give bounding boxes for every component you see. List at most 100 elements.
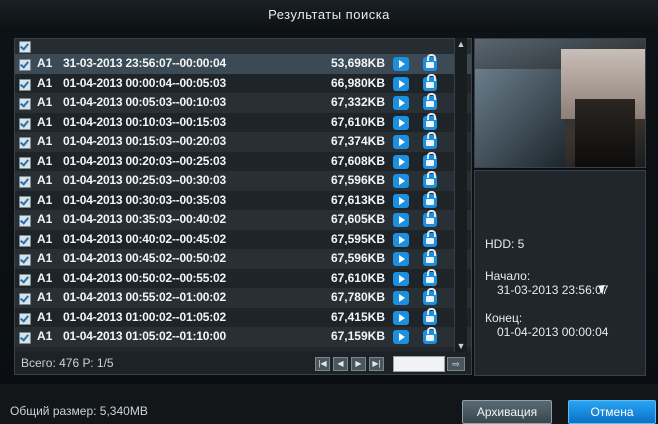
- pager-total: Всего: 476 Р: 1/5: [21, 356, 114, 370]
- row-channel: A1: [37, 309, 53, 324]
- lock-icon[interactable]: [423, 93, 437, 110]
- play-icon[interactable]: [393, 252, 409, 266]
- row-checkbox[interactable]: [19, 254, 31, 266]
- scroll-up-icon[interactable]: ▲: [455, 38, 467, 50]
- row-time-range: 31-03-2013 23:56:07--00:00:04: [63, 56, 226, 70]
- window-title: Результаты поиска: [0, 0, 658, 30]
- row-channel: A1: [37, 212, 53, 226]
- result-row[interactable]: A1 01-04-2013 00:10:03--00:15:03 67,610KB: [15, 112, 471, 132]
- row-checkbox[interactable]: [19, 234, 31, 247]
- row-checkbox[interactable]: [19, 78, 31, 91]
- next-page-icon[interactable]: ▶: [351, 357, 366, 371]
- row-checkbox[interactable]: [19, 215, 31, 227]
- lock-icon[interactable]: [423, 210, 437, 227]
- go-to-page-icon[interactable]: ⇨: [447, 357, 465, 371]
- pager-bar: Всего: 476 Р: 1/5 |◀ ◀ ▶ ▶| ⇨: [14, 352, 472, 375]
- result-row[interactable]: A1 01-04-2013 00:20:03--00:25:03 67,608KB: [15, 151, 471, 171]
- result-row[interactable]: A1 01-04-2013 01:05:02--01:10:00 67,159KB: [15, 327, 471, 347]
- play-icon[interactable]: [393, 232, 409, 247]
- list-scrollbar[interactable]: ▲ ▼: [454, 38, 467, 352]
- result-row[interactable]: A1 01-04-2013 00:30:03--00:35:03 67,613KB: [15, 190, 471, 210]
- prev-page-icon[interactable]: ◀: [333, 357, 348, 371]
- cancel-button[interactable]: Отмена: [568, 400, 656, 424]
- results-list: A1 31-03-2013 23:56:07--00:00:04 53,698KB A…: [14, 38, 472, 354]
- result-row[interactable]: A1 01-04-2013 00:45:02--00:50:02 67,596KB: [15, 249, 471, 269]
- video-preview: [474, 38, 646, 168]
- lock-icon[interactable]: [423, 171, 437, 188]
- total-size-label: Общий размер: 5,340MB: [10, 404, 148, 418]
- row-file-size: 67,613KB: [330, 192, 385, 207]
- row-channel: A1: [37, 173, 53, 187]
- play-icon[interactable]: [393, 154, 409, 169]
- play-icon[interactable]: [393, 291, 409, 305]
- row-checkbox[interactable]: [19, 98, 31, 110]
- last-page-icon[interactable]: ▶|: [369, 357, 384, 371]
- result-row[interactable]: A1 01-04-2013 00:00:04--00:05:03 66,980KB: [15, 73, 471, 93]
- row-channel: A1: [37, 290, 53, 304]
- lock-icon[interactable]: [423, 190, 437, 208]
- lock-icon[interactable]: [423, 307, 437, 325]
- play-icon[interactable]: [393, 135, 409, 149]
- list-header: [15, 39, 471, 54]
- row-file-size: 67,596KB: [330, 251, 385, 265]
- row-checkbox[interactable]: [19, 156, 31, 169]
- result-row[interactable]: A1 01-04-2013 01:00:02--01:05:02 67,415KB: [15, 307, 471, 327]
- page-number-input[interactable]: [393, 356, 445, 372]
- lock-icon[interactable]: [423, 268, 437, 286]
- row-checkbox[interactable]: [19, 293, 31, 305]
- row-checkbox[interactable]: [19, 137, 31, 149]
- row-file-size: 53,698KB: [330, 56, 385, 70]
- archive-button[interactable]: Архивация: [462, 400, 552, 424]
- play-icon[interactable]: [393, 271, 409, 286]
- row-channel: A1: [37, 95, 53, 109]
- lock-icon[interactable]: [423, 229, 437, 247]
- row-checkbox[interactable]: [19, 195, 31, 208]
- lock-icon[interactable]: [423, 132, 437, 149]
- play-icon[interactable]: [393, 193, 409, 208]
- row-checkbox[interactable]: [19, 312, 31, 325]
- result-row[interactable]: A1 31-03-2013 23:56:07--00:00:04 53,698KB: [15, 54, 471, 74]
- lock-icon[interactable]: [423, 288, 437, 305]
- row-checkbox[interactable]: [19, 59, 31, 71]
- play-icon[interactable]: [393, 57, 409, 71]
- lock-icon[interactable]: [423, 151, 437, 169]
- play-icon[interactable]: [393, 96, 409, 110]
- lock-icon[interactable]: [423, 73, 437, 91]
- result-row[interactable]: A1 01-04-2013 00:55:02--01:00:02 67,780KB: [15, 288, 471, 308]
- play-icon[interactable]: [393, 310, 409, 325]
- play-icon[interactable]: [393, 115, 409, 130]
- row-checkbox[interactable]: [19, 117, 31, 130]
- result-row[interactable]: A1 01-04-2013 00:15:03--00:20:03 67,374KB: [15, 132, 471, 152]
- lock-icon[interactable]: [423, 327, 437, 344]
- start-label: Начало:: [485, 269, 531, 283]
- result-row[interactable]: A1 01-04-2013 00:25:03--00:30:03 67,596KB: [15, 171, 471, 191]
- result-row[interactable]: A1 01-04-2013 00:05:03--00:10:03 67,332KB: [15, 93, 471, 113]
- scroll-down-icon[interactable]: ▼: [455, 340, 467, 352]
- play-icon[interactable]: [393, 330, 409, 344]
- row-checkbox[interactable]: [19, 273, 31, 286]
- row-file-size: 67,605KB: [330, 212, 385, 226]
- result-row[interactable]: A1 01-04-2013 00:40:02--00:45:02 67,595KB: [15, 229, 471, 249]
- play-icon[interactable]: [393, 174, 409, 188]
- select-all-checkbox[interactable]: [19, 41, 31, 53]
- row-channel: A1: [37, 270, 53, 285]
- row-channel: A1: [37, 114, 53, 129]
- row-time-range: 01-04-2013 00:25:03--00:30:03: [63, 173, 226, 187]
- first-page-icon[interactable]: |◀: [315, 357, 330, 371]
- row-time-range: 01-04-2013 00:30:03--00:35:03: [63, 192, 226, 207]
- row-file-size: 67,780KB: [330, 290, 385, 304]
- play-icon[interactable]: [393, 213, 409, 227]
- row-time-range: 01-04-2013 01:05:02--01:10:00: [63, 329, 226, 343]
- row-file-size: 67,159KB: [330, 329, 385, 343]
- record-info-panel: HDD: 5 Начало: 31-03-2013 23:56:07 Конец…: [474, 170, 646, 376]
- result-row[interactable]: A1 01-04-2013 00:50:02--00:55:02 67,610KB: [15, 268, 471, 288]
- row-file-size: 67,596KB: [330, 173, 385, 187]
- row-checkbox[interactable]: [19, 176, 31, 188]
- result-row[interactable]: A1 01-04-2013 00:35:03--00:40:02 67,605KB: [15, 210, 471, 230]
- play-icon[interactable]: [393, 76, 409, 91]
- lock-icon[interactable]: [423, 112, 437, 130]
- row-time-range: 01-04-2013 00:45:02--00:50:02: [63, 251, 226, 265]
- row-checkbox[interactable]: [19, 332, 31, 344]
- lock-icon[interactable]: [423, 249, 437, 266]
- lock-icon[interactable]: [423, 54, 437, 71]
